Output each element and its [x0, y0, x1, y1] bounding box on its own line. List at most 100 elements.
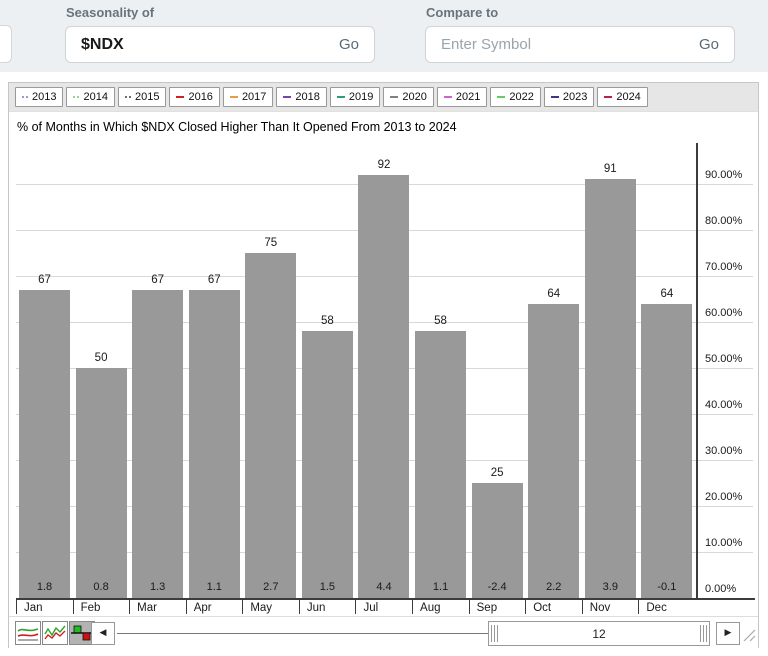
legend-year-2022[interactable]: 2022 — [490, 87, 540, 107]
legend-year-label: 2021 — [456, 91, 480, 103]
month-boundary-tick — [16, 600, 17, 614]
gridline-80.00% — [16, 230, 753, 231]
bar-bottom-value-label: 4.4 — [358, 581, 409, 593]
bar-value-label: 67 — [189, 274, 240, 286]
gridline-40.00% — [16, 414, 753, 415]
bar-Mar — [132, 290, 183, 598]
year-2016-marker-icon — [176, 96, 184, 98]
bar-chart-plot: 0.00%10.00%20.00%30.00%40.00%50.00%60.00… — [9, 83, 758, 647]
y-axis-tick-label: 90.00% — [705, 169, 742, 181]
x-axis-month-label: Oct — [533, 602, 551, 614]
chart-toolbar: ◀ 12 ▶ — [9, 616, 758, 648]
bar-value-label: 92 — [358, 159, 409, 171]
legend-year-2013[interactable]: 2013 — [15, 87, 63, 107]
seasonality-go-button[interactable]: Go — [339, 36, 359, 53]
thumb-grip-left — [491, 625, 498, 642]
year-legend: 2013 2014 20152016 2017 2018 2019 2020 2021 2022… — [9, 83, 758, 112]
legend-year-2015[interactable]: 2015 — [118, 87, 166, 107]
bar-bottom-value-label: 1.5 — [302, 581, 353, 593]
bar-Jan — [19, 290, 70, 598]
x-axis-month-label: May — [250, 602, 272, 614]
bar-value-label: 91 — [585, 163, 636, 175]
legend-year-2019[interactable]: 2019 — [330, 87, 380, 107]
legend-year-2020[interactable]: 2020 — [383, 87, 433, 107]
x-axis-month-label: Jan — [24, 602, 43, 614]
month-boundary-tick — [355, 600, 356, 614]
scrollbar-thumb[interactable]: 12 — [488, 621, 710, 646]
line-chart-type-button[interactable] — [15, 621, 41, 645]
year-2022-marker-icon — [497, 96, 505, 98]
gridline-70.00% — [16, 276, 753, 277]
bar-Feb — [76, 368, 127, 598]
year-2021-marker-icon — [444, 96, 452, 98]
legend-year-label: 2019 — [349, 91, 373, 103]
compare-symbol-placeholder: Enter Symbol — [441, 36, 531, 53]
legend-year-2024[interactable]: 2024 — [597, 87, 647, 107]
y-axis-tick-label: 60.00% — [705, 307, 742, 319]
bar-value-label: 67 — [132, 274, 183, 286]
legend-year-label: 2023 — [563, 91, 587, 103]
seasonality-symbol-input[interactable]: $NDX Go — [65, 26, 375, 63]
scrollbar-track[interactable] — [117, 633, 488, 634]
legend-year-label: 2024 — [616, 91, 640, 103]
resize-grip-icon[interactable] — [741, 627, 756, 642]
chart-title: % of Months in Which $NDX Closed Higher … — [17, 120, 457, 134]
cumulative-chart-type-button[interactable] — [42, 621, 68, 645]
year-2023-marker-icon — [551, 96, 559, 98]
right-arrow-icon: ▶ — [725, 628, 732, 638]
month-boundary-tick — [525, 600, 526, 614]
y-axis-tick-label: 80.00% — [705, 215, 742, 227]
month-boundary-tick — [638, 600, 639, 614]
bar-bottom-value-label: 2.7 — [245, 581, 296, 593]
gridline-20.00% — [16, 506, 753, 507]
y-axis-tick-label: 20.00% — [705, 491, 742, 503]
x-axis-month-label: Jun — [307, 602, 326, 614]
legend-year-label: 2020 — [402, 91, 426, 103]
legend-year-2017[interactable]: 2017 — [223, 87, 273, 107]
bar-bottom-value-label: 1.1 — [189, 581, 240, 593]
compare-symbol-input[interactable]: Enter Symbol Go — [425, 26, 735, 63]
legend-year-label: 2014 — [83, 91, 107, 103]
month-boundary-tick — [242, 600, 243, 614]
legend-year-2023[interactable]: 2023 — [544, 87, 594, 107]
month-boundary-tick — [73, 600, 74, 614]
bar-Jul — [358, 175, 409, 598]
month-boundary-tick — [582, 600, 583, 614]
bar-Aug — [415, 331, 466, 598]
legend-year-2021[interactable]: 2021 — [437, 87, 487, 107]
y-axis-tick-label: 50.00% — [705, 353, 742, 365]
bar-bottom-value-label: -0.1 — [641, 581, 692, 593]
bar-bottom-value-label: 1.8 — [19, 581, 70, 593]
bar-value-label: 58 — [302, 315, 353, 327]
year-2024-marker-icon — [604, 96, 612, 98]
seasonality-symbol-value: $NDX — [81, 36, 124, 54]
x-axis-month-label: Dec — [646, 602, 666, 614]
legend-year-label: 2018 — [295, 91, 319, 103]
bar-bottom-value-label: 3.9 — [585, 581, 636, 593]
x-axis-month-label: Mar — [137, 602, 157, 614]
year-2019-marker-icon — [337, 96, 345, 98]
legend-year-2016[interactable]: 2016 — [169, 87, 219, 107]
seasonality-of-label: Seasonality of — [66, 5, 154, 20]
bar-bottom-value-label: 2.2 — [528, 581, 579, 593]
compare-go-button[interactable]: Go — [699, 36, 719, 53]
thumb-grip-right — [700, 625, 707, 642]
clipped-input-edge — [0, 25, 12, 63]
scroll-right-button[interactable]: ▶ — [716, 622, 740, 645]
seasonality-bars-icon — [71, 624, 93, 642]
gridline-10.00% — [16, 552, 753, 553]
scroll-left-button[interactable]: ◀ — [91, 622, 115, 645]
y-axis-tick-label: 0.00% — [705, 583, 736, 595]
year-2020-marker-icon — [390, 96, 398, 98]
year-2013-marker-icon — [22, 96, 28, 98]
bar-value-label: 64 — [641, 288, 692, 300]
x-axis-month-label: Apr — [194, 602, 212, 614]
legend-year-label: 2017 — [242, 91, 266, 103]
x-axis-baseline — [16, 598, 755, 600]
month-boundary-tick — [469, 600, 470, 614]
bar-May — [245, 253, 296, 598]
bar-bottom-value-label: 1.3 — [132, 581, 183, 593]
legend-year-2014[interactable]: 2014 — [66, 87, 114, 107]
bar-value-label: 67 — [19, 274, 70, 286]
legend-year-2018[interactable]: 2018 — [276, 87, 326, 107]
